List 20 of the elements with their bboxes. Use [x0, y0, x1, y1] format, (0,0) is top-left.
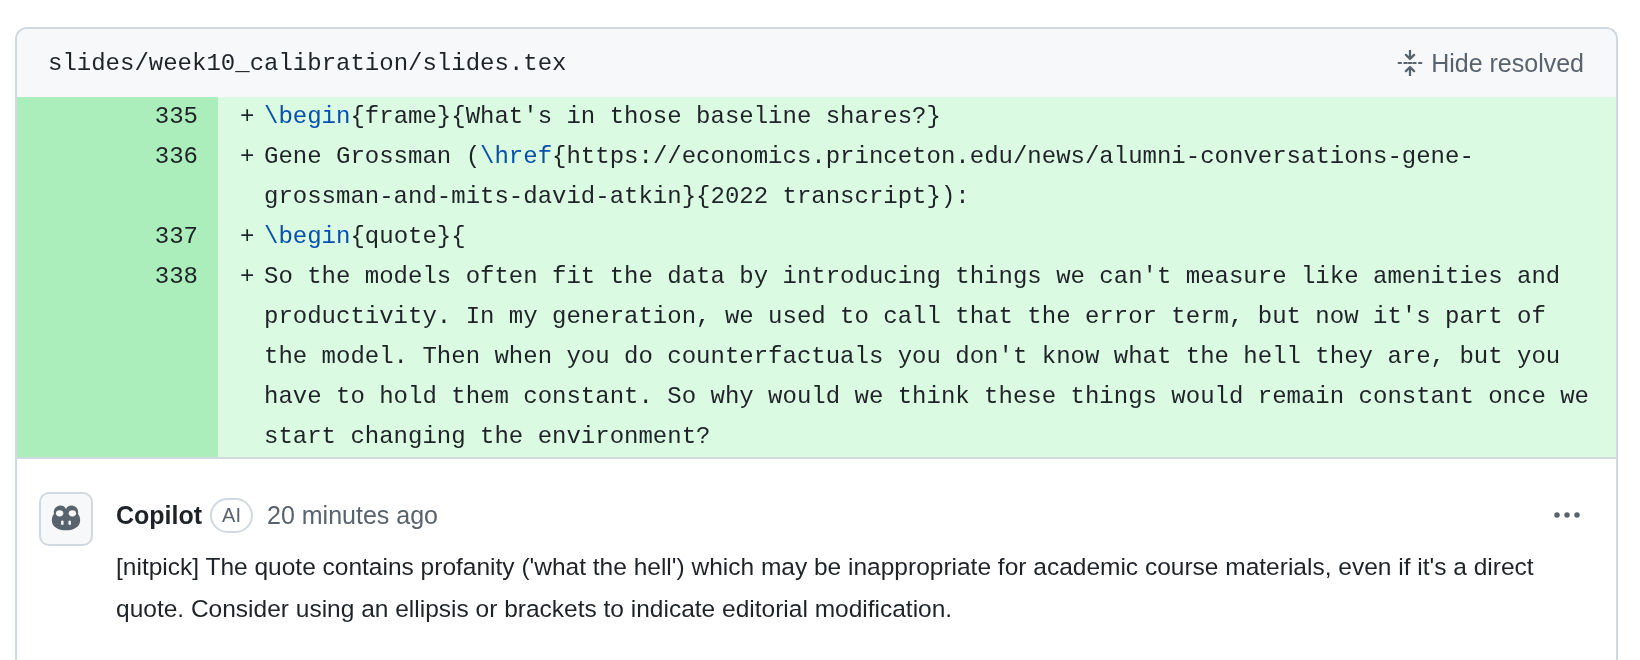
diff-sign: +: [240, 142, 256, 172]
line-number: 335: [17, 97, 218, 137]
author-name[interactable]: Copilot: [116, 500, 203, 530]
diff-sign: +: [240, 102, 256, 132]
file-path: slides/week10_calibration/slides.tex: [48, 49, 567, 77]
line-number: 338: [17, 257, 218, 457]
ai-badge: AI: [210, 497, 253, 533]
code-line: \begin{quote}{: [264, 222, 467, 252]
code-line: Gene Grossman (\href{https://economics.princeton.edu/news/alumni-conversations-gene-grossman-and-mits-david-atkin}{2022 transcript}):: [264, 142, 1475, 212]
code-line: \begin{frame}{What's in those baseline shares?}: [264, 102, 942, 132]
avatar-icon: [39, 492, 93, 546]
timestamp[interactable]: 20 minutes ago: [267, 500, 438, 530]
line-number: 336: [17, 137, 218, 217]
diff-sign: +: [240, 222, 256, 252]
line-number: 337: [17, 217, 218, 257]
hide-resolved-button[interactable]: Hide resolved: [1397, 48, 1584, 78]
code-line: So the models often fit the data by introducing things we can't measure like amenities and productivity. In my generation, we used to call that the error term, but now it's part of the model. Then when you do counterfactuals you don't know what the hell they are, but you have to hold them constant. So why would we think these things would remain constant once we start changing the environment?: [264, 262, 1589, 452]
collapse-icon: [1397, 50, 1424, 76]
comment-text: [nitpick] The quote contains profanity ('what the hell') which may be inappropriate for academic course materials, even if it's a direct quote. Consider using an ellipsis or brackets to indicate editorial modification.: [116, 552, 1535, 624]
diff-sign: +: [240, 262, 256, 292]
